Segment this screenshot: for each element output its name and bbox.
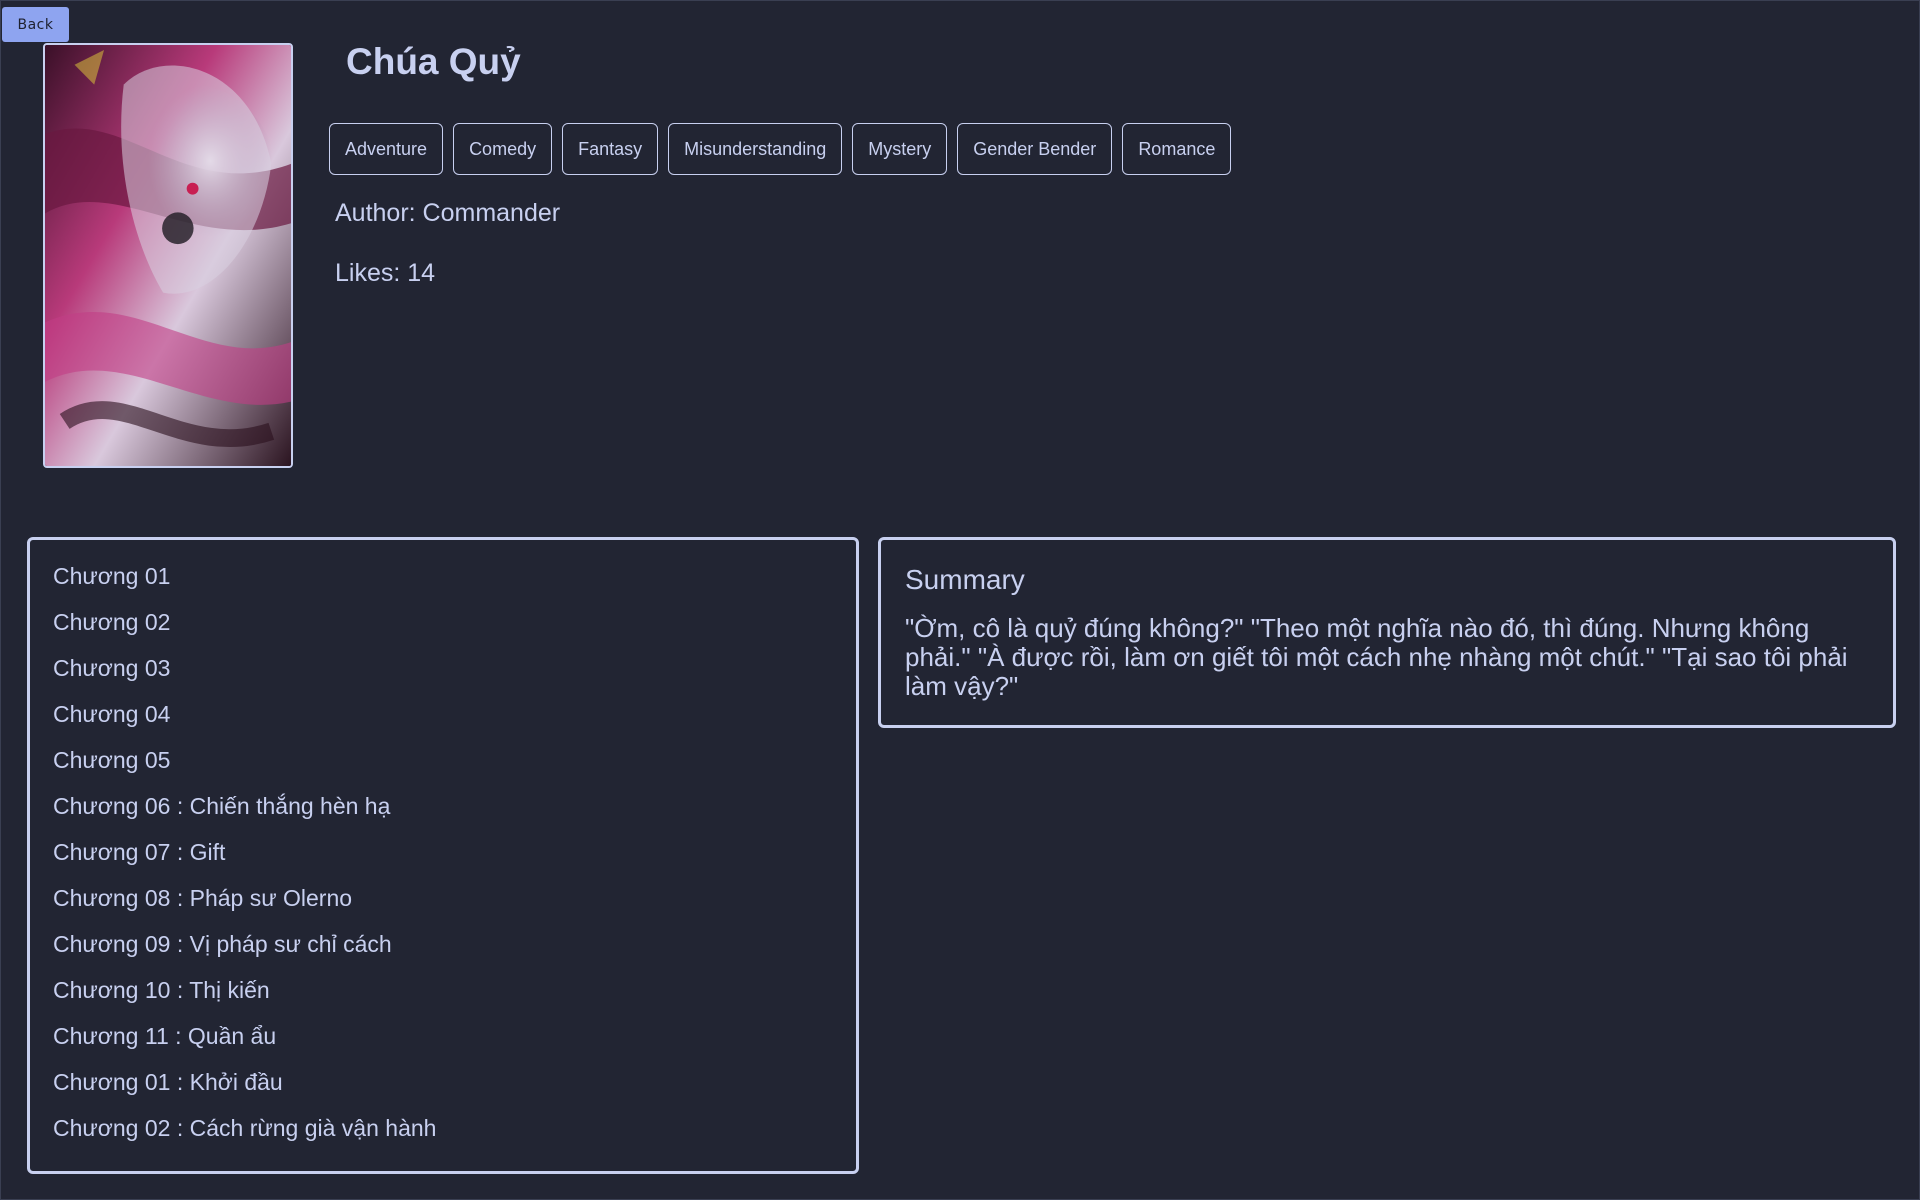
back-button[interactable]: Back — [2, 7, 69, 42]
tag-comedy[interactable]: Comedy — [453, 123, 553, 175]
chapter-item[interactable]: Chương 11 : Quần ẩu — [53, 1022, 856, 1068]
chapter-item[interactable]: Chương 10 : Thị kiến — [53, 976, 856, 1022]
author-text: Author: Commander — [335, 199, 561, 227]
chapter-item[interactable]: Chương 01 : Khởi đầu — [53, 1068, 856, 1114]
chapter-item[interactable]: Chương 03 — [53, 654, 856, 700]
novel-title: Chúa Quỷ — [346, 41, 521, 82]
chapter-item[interactable]: Chương 05 — [53, 746, 856, 792]
chapter-item[interactable]: Chương 08 : Pháp sư Olerno — [53, 884, 856, 930]
chapter-item[interactable]: Chương 07 : Gift — [53, 838, 856, 884]
chapter-item[interactable]: Chương 02 — [53, 608, 856, 654]
tag-adventure[interactable]: Adventure — [329, 123, 444, 175]
chapter-item[interactable]: Chương 06 : Chiến thắng hèn hạ — [53, 792, 856, 838]
summary-text: "Ờm, cô là quỷ đúng không?" "Theo một ng… — [905, 613, 1848, 701]
genre-tags: Adventure Comedy Fantasy Misunderstandin… — [329, 123, 1232, 175]
tag-romance[interactable]: Romance — [1122, 123, 1232, 175]
summary-heading: Summary — [905, 564, 1025, 595]
likes-count: Likes: 14 — [335, 259, 436, 287]
tag-gender-bender[interactable]: Gender Bender — [957, 123, 1113, 175]
summary-panel: Summary "Ờm, cô là quỷ đúng không?" "The… — [878, 537, 1896, 728]
chapter-item[interactable]: Chương 09 : Vị pháp sư chỉ cách — [53, 930, 856, 976]
chapter-item[interactable]: Chương 04 — [53, 700, 856, 746]
tag-fantasy[interactable]: Fantasy — [562, 123, 659, 175]
chapter-item[interactable]: Chương 02 : Cách rừng già vận hành — [53, 1114, 856, 1160]
chapter-item[interactable]: Chương 01 — [53, 562, 856, 608]
tag-misunderstanding[interactable]: Misunderstanding — [668, 123, 843, 175]
tag-mystery[interactable]: Mystery — [852, 123, 948, 175]
cover-image — [43, 43, 293, 468]
chapter-list: Chương 01 Chương 02 Chương 03 Chương 04 … — [27, 537, 859, 1174]
